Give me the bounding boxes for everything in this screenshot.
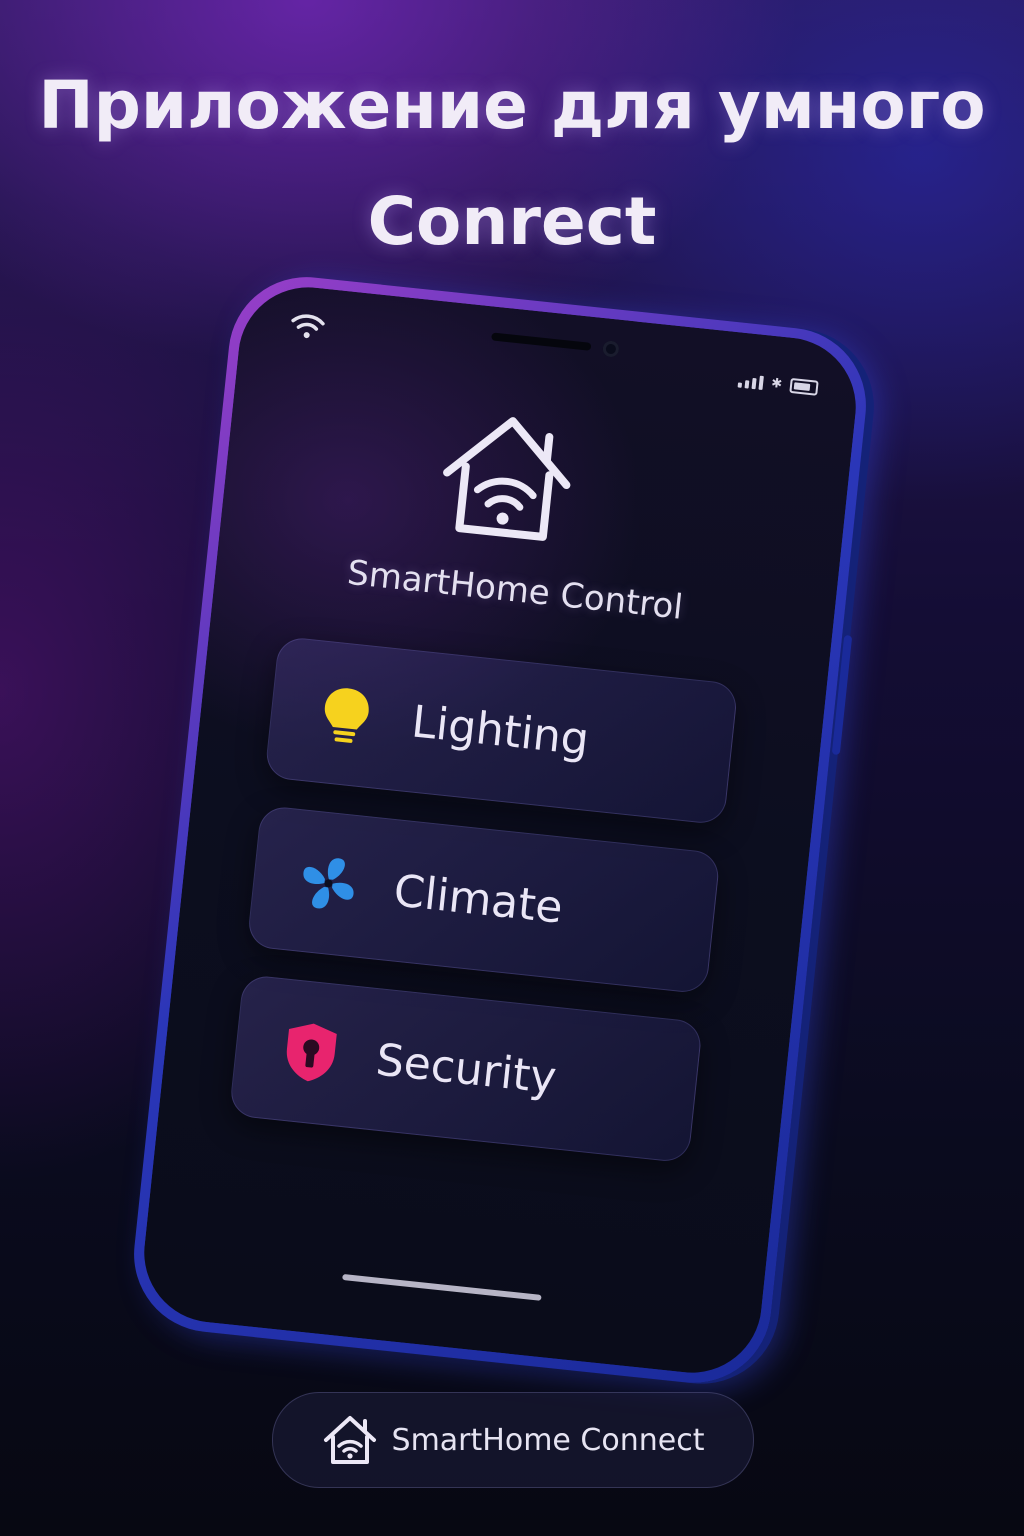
climate-label: Climate xyxy=(391,864,566,934)
phone-frame: ✱ SmartHome Control Lighting Climate Sec… xyxy=(126,269,874,1391)
lighting-card[interactable]: Lighting xyxy=(264,635,739,826)
phone-mockup: ✱ SmartHome Control Lighting Climate Sec… xyxy=(126,269,874,1399)
fan-icon xyxy=(296,850,362,916)
house-wifi-icon xyxy=(323,1416,376,1464)
side-button xyxy=(831,634,853,756)
security-card[interactable]: Security xyxy=(228,973,704,1164)
signal-icon xyxy=(737,373,765,390)
lighting-label: Lighting xyxy=(409,695,592,766)
front-camera xyxy=(602,340,620,358)
climate-card[interactable]: Climate xyxy=(246,804,721,995)
home-indicator[interactable] xyxy=(342,1273,542,1301)
house-wifi-logo-icon xyxy=(443,417,571,541)
battery-icon xyxy=(789,377,819,396)
phone-screen: ✱ SmartHome Control Lighting Climate Sec… xyxy=(137,280,863,1380)
headline-line-2: Conrect xyxy=(367,183,657,260)
brand-badge: SmartHome Connect xyxy=(272,1392,754,1488)
brand-name: SmartHome Connect xyxy=(391,1422,705,1458)
headline-line-1: Приложение для умного xyxy=(38,67,986,144)
app-title: SmartHome Control xyxy=(345,552,685,628)
status-bar-right: ✱ xyxy=(737,372,819,396)
headline: Приложение для умного Conrect xyxy=(0,48,1024,280)
wifi-status-icon xyxy=(291,314,325,339)
lightbulb-icon xyxy=(313,681,379,747)
bluetooth-icon: ✱ xyxy=(770,375,783,393)
speaker-grille xyxy=(491,332,592,351)
security-label: Security xyxy=(373,1033,559,1104)
shield-lock-icon xyxy=(278,1019,344,1085)
